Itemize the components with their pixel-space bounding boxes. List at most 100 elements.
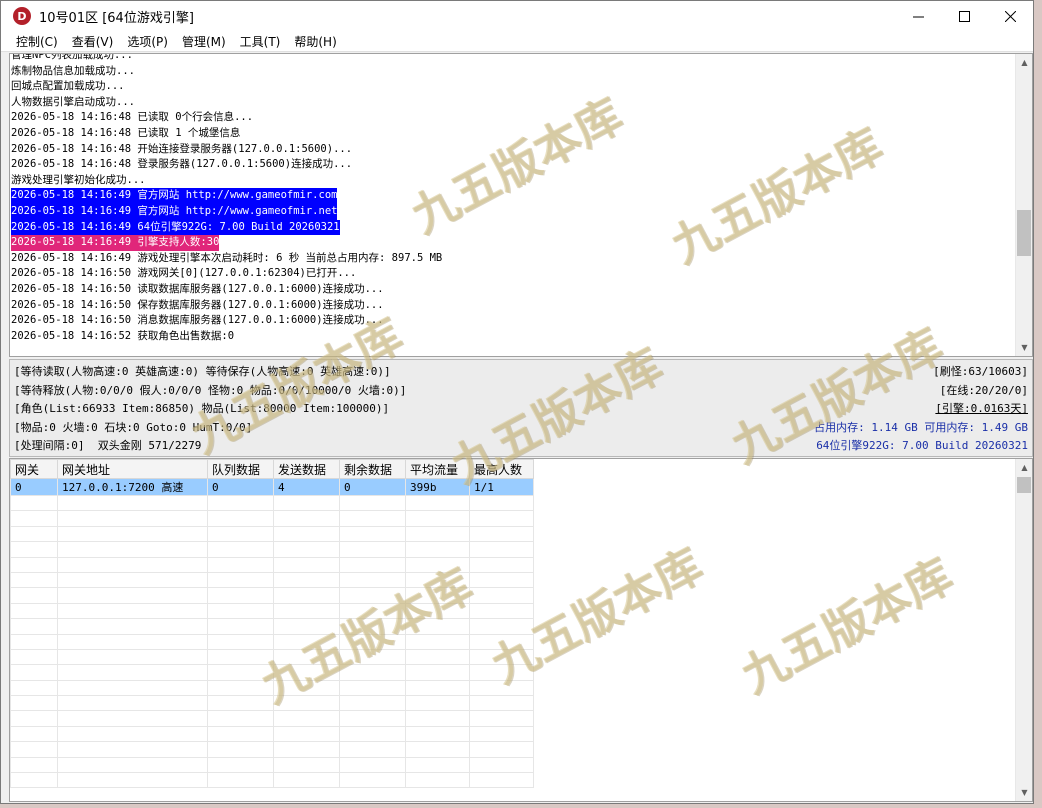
status-left: [等待读取(人物高速:0 英雄高速:0) 等待保存(人物高速:0 英雄高速:0)… [14, 363, 406, 456]
maximize-button[interactable] [941, 1, 987, 31]
table-cell [57, 571, 208, 589]
table-cell: 0 [10, 478, 58, 496]
table-row[interactable] [10, 695, 534, 712]
log-line: 2026-05-18 14:16:49 64位引擎922G: 7.00 Buil… [11, 219, 1017, 236]
table-cell [405, 587, 470, 604]
table-row[interactable] [10, 725, 534, 743]
column-header[interactable]: 发送数据 [273, 459, 340, 479]
column-header[interactable]: 网关 [10, 459, 58, 479]
table-cell [207, 618, 274, 635]
column-header[interactable]: 最高人数 [469, 459, 534, 479]
column-header[interactable]: 队列数据 [207, 459, 274, 479]
log-line-text: 2026-05-18 14:16:49 官方网站 http://www.game… [11, 188, 338, 204]
table-cell [273, 725, 340, 743]
table-row[interactable] [10, 741, 534, 758]
gateway-table: 网关 网关地址 队列数据 发送数据 剩余数据 平均流量 最高人数 0 127.0.0.1:72… [10, 459, 534, 789]
table-row[interactable] [10, 602, 534, 620]
table-row[interactable] [10, 541, 534, 558]
table-cell [405, 648, 470, 666]
table-row[interactable] [10, 710, 534, 727]
table-row[interactable] [10, 618, 534, 635]
app-icon: D [13, 7, 31, 25]
table-cell [273, 648, 340, 666]
table-cell [273, 756, 340, 774]
log-scrollbar[interactable]: ▲ ▼ [1015, 54, 1032, 356]
table-cell: 4 [273, 478, 340, 496]
status-line: [角色(List:66933 Item:86850) 物品(List:80000… [14, 402, 390, 415]
table-row[interactable] [10, 633, 534, 650]
table-cell [339, 510, 406, 527]
table-row[interactable] [10, 756, 534, 774]
menu-options[interactable]: 选项(P) [120, 33, 175, 50]
scroll-down-icon[interactable]: ▼ [1016, 784, 1032, 801]
table-row[interactable] [10, 571, 534, 589]
table-cell [207, 556, 274, 573]
table-cell [207, 494, 274, 512]
menu-manage[interactable]: 管理(M) [175, 33, 233, 50]
table-cell [405, 756, 470, 774]
column-header[interactable]: 网关地址 [57, 459, 208, 479]
table-cell [405, 602, 470, 620]
table-row[interactable] [10, 587, 534, 604]
table-cell: 0 [207, 478, 274, 496]
table-cell [405, 541, 470, 558]
table-cell [57, 633, 208, 650]
table-cell [469, 772, 534, 789]
grid-scroll-thumb[interactable] [1017, 477, 1031, 493]
log-line-text: 2026-05-18 14:16:50 读取数据库服务器(127.0.0.1:6… [11, 282, 384, 295]
status-line: [处理间隔:0] 双头金刚 571/2279 [14, 439, 202, 452]
menu-help[interactable]: 帮助(H) [287, 33, 343, 50]
table-cell [469, 710, 534, 727]
table-cell [57, 525, 208, 543]
log-line-text: 2026-05-18 14:16:49 游戏处理引擎本次启动耗时: 6 秒 当前… [11, 251, 443, 264]
table-cell [339, 571, 406, 589]
table-cell [469, 664, 534, 681]
table-row[interactable] [10, 648, 534, 666]
log-line: 2026-05-18 14:16:50 消息数据库服务器(127.0.0.1:6… [11, 313, 1017, 329]
table-cell [273, 587, 340, 604]
table-row[interactable] [10, 556, 534, 573]
log-line-text: 2026-05-18 14:16:50 消息数据库服务器(127.0.0.1:6… [11, 314, 384, 327]
table-row[interactable] [10, 510, 534, 527]
table-cell [469, 695, 534, 712]
gateway-grid[interactable]: 网关 网关地址 队列数据 发送数据 剩余数据 平均流量 最高人数 0 127.0.0.1:72… [9, 458, 1033, 802]
table-row[interactable] [10, 494, 534, 512]
title-bar[interactable]: D 10号01区 [64位游戏引擎] [1, 1, 1033, 31]
grid-scrollbar[interactable]: ▲ ▼ [1015, 459, 1032, 801]
table-row[interactable]: 0 127.0.0.1:7200 高速 0 4 0 399b 1/1 [10, 478, 534, 496]
menu-control[interactable]: 控制(C) [9, 33, 65, 50]
table-row[interactable] [10, 772, 534, 789]
close-button[interactable] [987, 1, 1033, 31]
table-cell [10, 741, 58, 758]
minimize-button[interactable] [895, 1, 941, 31]
table-row[interactable] [10, 664, 534, 681]
log-panel[interactable]: 管理NPC列表加载成功... 炼制物品信息加载成功... 回城点配置加载成功... 人… [9, 53, 1033, 357]
menu-view[interactable]: 查看(V) [65, 33, 121, 50]
window-controls [895, 1, 1033, 31]
table-cell [207, 679, 274, 697]
table-cell [405, 510, 470, 527]
log-scroll-thumb[interactable] [1017, 210, 1031, 256]
table-cell [469, 741, 534, 758]
table-cell [469, 633, 534, 650]
table-cell [273, 618, 340, 635]
engine-uptime[interactable]: [引擎:0.0163天] [814, 400, 1028, 419]
column-header[interactable]: 剩余数据 [339, 459, 406, 479]
log-line-text: 游戏处理引擎初始化成功... [11, 173, 146, 186]
log-line-text: 2026-05-18 14:16:49 引擎支持人数:30 [11, 235, 220, 251]
table-cell [339, 648, 406, 666]
table-cell [273, 525, 340, 543]
table-row[interactable] [10, 679, 534, 697]
table-cell [339, 756, 406, 774]
table-cell: 1/1 [469, 478, 534, 496]
log-line: 管理NPC列表加载成功... [11, 54, 1017, 64]
table-row[interactable] [10, 525, 534, 543]
table-cell [339, 633, 406, 650]
column-header[interactable]: 平均流量 [405, 459, 470, 479]
table-cell [339, 772, 406, 789]
scroll-down-icon[interactable]: ▼ [1016, 339, 1032, 356]
scroll-up-icon[interactable]: ▲ [1016, 459, 1032, 476]
table-cell [57, 725, 208, 743]
scroll-up-icon[interactable]: ▲ [1016, 54, 1032, 71]
menu-tools[interactable]: 工具(T) [233, 33, 288, 50]
